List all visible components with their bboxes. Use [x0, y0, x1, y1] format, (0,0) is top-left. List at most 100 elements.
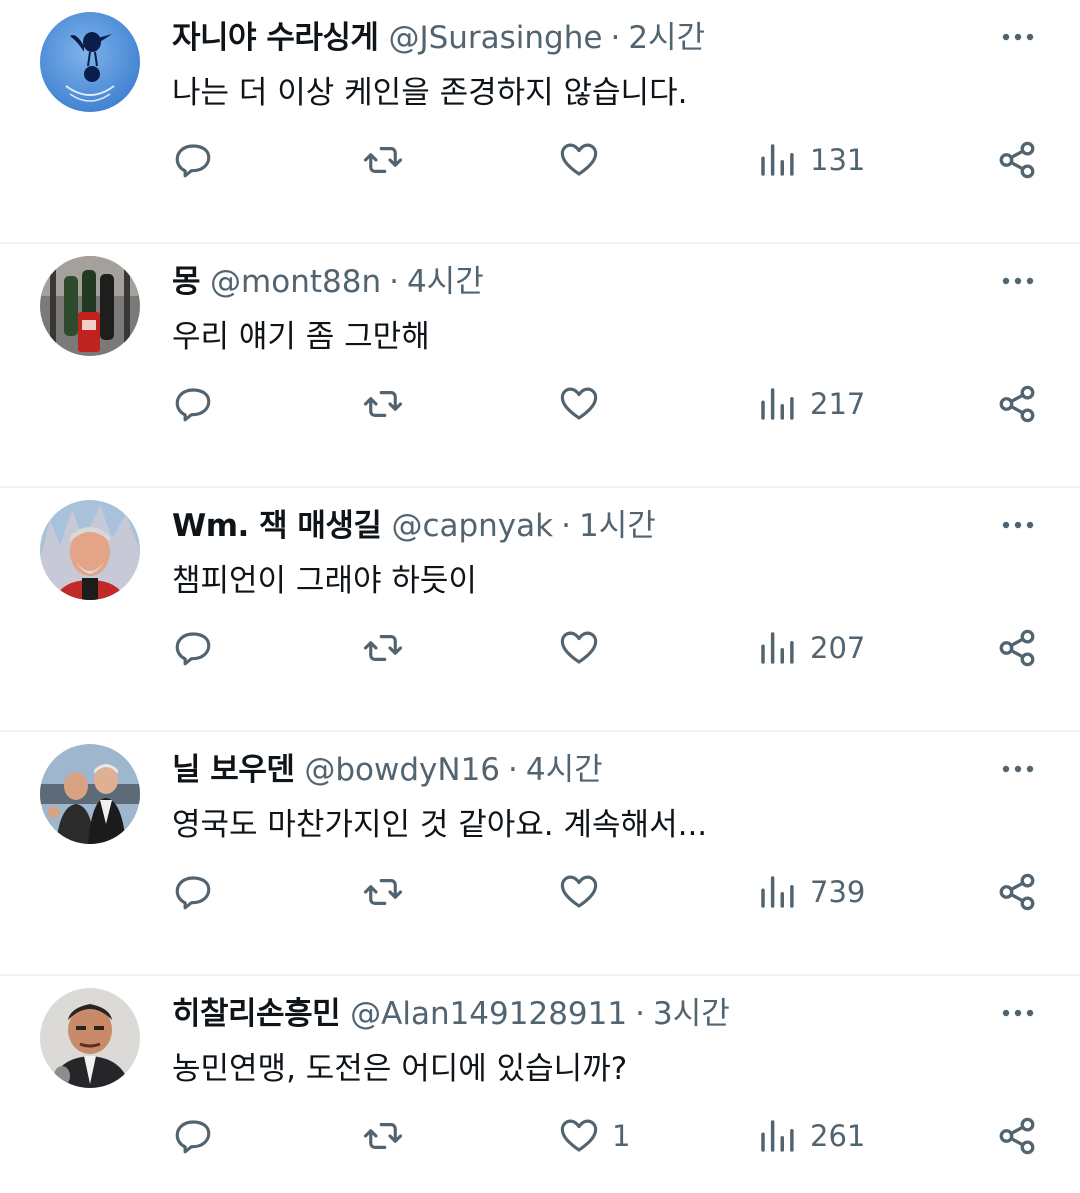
retweet-icon — [363, 1123, 403, 1149]
tweet-item[interactable]: Wm. 잭 매생길 @capnyak · 1시간 챔피언이 그래야 하듯이 207 — [0, 488, 1080, 732]
more-dots-icon — [1002, 521, 1034, 529]
retweet-icon — [363, 147, 403, 173]
share-icon — [999, 1117, 1035, 1155]
author-handle[interactable]: @capnyak — [391, 508, 553, 544]
avatar[interactable] — [40, 12, 140, 112]
cartoon-man-avatar-icon — [40, 988, 140, 1088]
author-handle[interactable]: @bowdyN16 — [304, 752, 500, 788]
separator: · — [610, 20, 621, 56]
views-chart-icon — [761, 144, 794, 176]
reply-icon — [175, 632, 211, 666]
share-icon — [999, 873, 1035, 911]
like-button[interactable] — [558, 130, 612, 190]
timestamp[interactable]: 3시간 — [653, 996, 730, 1032]
heart-icon — [560, 387, 598, 420]
bottles-photo-icon — [40, 256, 140, 356]
more-dots-icon — [1002, 33, 1034, 41]
views-button[interactable]: 261 — [756, 1106, 865, 1166]
author-name[interactable]: 몽 — [172, 264, 201, 300]
heart-icon — [560, 1119, 598, 1152]
heart-icon — [560, 631, 598, 664]
tweet-header: 몽 @mont88n · 4시간 — [172, 260, 980, 304]
views-chart-icon — [761, 876, 794, 908]
retweet-button[interactable] — [362, 618, 404, 678]
avatar[interactable] — [40, 256, 140, 356]
timestamp[interactable]: 4시간 — [407, 264, 484, 300]
tweet-item[interactable]: 자니야 수라싱게 @JSurasinghe · 2시간 나는 더 이상 케인을 존경하… — [0, 0, 1080, 244]
more-options-button[interactable] — [1000, 266, 1036, 296]
views-chart-icon — [761, 1120, 794, 1152]
share-icon — [999, 629, 1035, 667]
heart-icon — [560, 143, 598, 176]
tweet-actions: 131 — [0, 130, 1080, 190]
separator: · — [561, 508, 571, 544]
views-button[interactable]: 207 — [756, 618, 865, 678]
timestamp[interactable]: 2시간 — [628, 20, 705, 56]
more-options-button[interactable] — [1000, 754, 1036, 784]
more-dots-icon — [1002, 1009, 1034, 1017]
share-icon — [999, 141, 1035, 179]
share-button[interactable] — [996, 1106, 1038, 1166]
tweet-text: 농민연맹, 도전은 어디에 있습니까? — [172, 1051, 628, 1087]
like-button[interactable]: 1 — [558, 1106, 630, 1166]
heart-icon — [560, 875, 598, 908]
tweet-actions: 207 — [0, 618, 1080, 678]
tweet-item[interactable]: 닐 보우덴 @bowdyN16 · 4시간 영국도 마찬가지인 것 같아요. 계속해서… — [0, 732, 1080, 976]
views-chart-icon — [761, 632, 794, 664]
author-handle[interactable]: @mont88n — [210, 264, 381, 300]
retweet-icon — [363, 879, 403, 905]
retweet-button[interactable] — [362, 862, 404, 922]
author-handle[interactable]: @JSurasinghe — [388, 20, 602, 56]
share-button[interactable] — [996, 130, 1038, 190]
views-button[interactable]: 217 — [756, 374, 865, 434]
author-name[interactable]: 자니야 수라싱게 — [172, 20, 379, 56]
tweet-header: 자니야 수라싱게 @JSurasinghe · 2시간 — [172, 16, 980, 60]
share-button[interactable] — [996, 374, 1038, 434]
more-dots-icon — [1002, 765, 1034, 773]
tweet-item[interactable]: 히찰리손흥민 @Alan149128911 · 3시간 농민연맹, 도전은 어디에 있… — [0, 976, 1080, 1193]
view-count: 217 — [810, 387, 866, 421]
like-button[interactable] — [558, 862, 612, 922]
view-count: 261 — [810, 1119, 866, 1153]
retweet-button[interactable] — [362, 130, 404, 190]
like-count: 1 — [612, 1119, 631, 1153]
share-button[interactable] — [996, 618, 1038, 678]
retweet-button[interactable] — [362, 1106, 404, 1166]
retweet-icon — [363, 635, 403, 661]
more-options-button[interactable] — [1000, 510, 1036, 540]
reply-button[interactable] — [172, 618, 214, 678]
tweet-text: 우리 얘기 좀 그만해 — [172, 319, 430, 355]
avatar[interactable] — [40, 744, 140, 844]
like-button[interactable] — [558, 374, 612, 434]
author-name[interactable]: Wm. 잭 매생길 — [172, 508, 382, 544]
tweet-text: 영국도 마찬가지인 것 같아요. 계속해서... — [172, 807, 708, 843]
timestamp[interactable]: 1시간 — [579, 508, 656, 544]
like-button[interactable] — [558, 618, 612, 678]
reply-button[interactable] — [172, 862, 214, 922]
views-button[interactable]: 131 — [756, 130, 865, 190]
tottenham-crest-icon — [40, 12, 140, 112]
reply-button[interactable] — [172, 130, 214, 190]
tweet-item[interactable]: 몽 @mont88n · 4시간 우리 얘기 좀 그만해 217 — [0, 244, 1080, 488]
retweet-icon — [363, 391, 403, 417]
two-men-photo-icon — [40, 744, 140, 844]
more-options-button[interactable] — [1000, 22, 1036, 52]
author-name[interactable]: 닐 보우덴 — [172, 752, 295, 788]
avatar[interactable] — [40, 988, 140, 1088]
share-icon — [999, 385, 1035, 423]
more-options-button[interactable] — [1000, 998, 1036, 1028]
author-handle[interactable]: @Alan149128911 — [350, 996, 627, 1032]
share-button[interactable] — [996, 862, 1038, 922]
tweet-actions: 739 — [0, 862, 1080, 922]
avatar[interactable] — [40, 500, 140, 600]
retweet-button[interactable] — [362, 374, 404, 434]
separator: · — [508, 752, 518, 788]
reply-icon — [175, 1120, 211, 1154]
reply-button[interactable] — [172, 1106, 214, 1166]
author-name[interactable]: 히찰리손흥민 — [172, 996, 341, 1032]
separator: · — [389, 264, 399, 300]
views-button[interactable]: 739 — [756, 862, 865, 922]
tweet-header: 닐 보우덴 @bowdyN16 · 4시간 — [172, 748, 980, 792]
timestamp[interactable]: 4시간 — [526, 752, 603, 788]
reply-button[interactable] — [172, 374, 214, 434]
